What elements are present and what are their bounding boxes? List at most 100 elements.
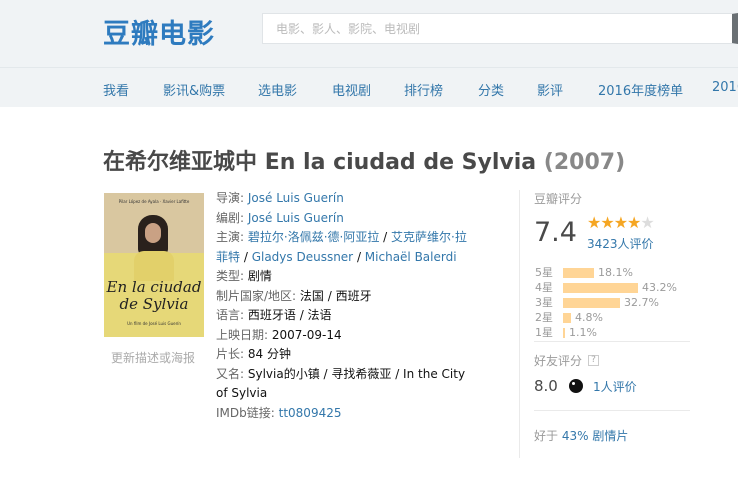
title-original: En la ciudad de Sylvia: [264, 150, 537, 175]
better-than-prefix: 好于: [534, 429, 559, 443]
friend-rating: 好友评分 ? 8.0 1人评价: [534, 352, 694, 395]
friend-rating-label: 好友评分 ?: [534, 352, 694, 369]
rating-divider: [534, 341, 690, 342]
info-aka: 又名: Sylvia的小镇 / 寻找希薇亚 / In the City of S…: [216, 365, 471, 404]
info-imdb: IMDb链接: tt0809425: [216, 404, 471, 424]
genre-label: 类型:: [216, 269, 245, 283]
douban-movie-logo[interactable]: 豆瓣电影: [103, 12, 215, 51]
star-icon: ★: [627, 213, 641, 232]
poster-title-line1: En la ciudad: [106, 278, 202, 296]
rating-bar-percent: 32.7%: [624, 296, 659, 309]
rating-bar-row: 1星 1.1%: [534, 325, 694, 340]
rating-bar-percent: 4.8%: [575, 311, 603, 324]
douban-rating: 豆瓣评分 7.4 ★★★★★ 3423人评价 5星 18.1% 4星 43.2% 3星 3…: [534, 190, 694, 339]
friend-rating-title: 好友评分: [534, 354, 583, 368]
cast-link-4[interactable]: Michaël Balerdi: [365, 250, 457, 264]
friend-votes-link[interactable]: 1人评价: [593, 378, 637, 395]
cast-link-3[interactable]: Gladys Deussner: [252, 250, 353, 264]
page-title: 在希尔维亚城中 En la ciudad de Sylvia (2007): [103, 144, 625, 176]
imdb-link[interactable]: tt0809425: [279, 406, 342, 420]
rating-bar: [563, 298, 620, 308]
search-input[interactable]: [263, 14, 732, 43]
aka-label: 又名:: [216, 366, 245, 381]
nav-item-tags[interactable]: 分类: [478, 80, 504, 99]
language-value: 西班牙语 / 法语: [247, 308, 332, 322]
column-divider: [519, 190, 520, 458]
poster-figure-face: [145, 223, 161, 243]
rating-votes-link[interactable]: 3423人评价: [587, 235, 654, 252]
rating-bar-percent: 18.1%: [598, 266, 633, 279]
friend-score: 8.0: [534, 377, 558, 395]
info-cast: 主演: 碧拉尔·洛佩兹·德·阿亚拉 / 艾克萨维尔·拉菲特 / Gladys D…: [216, 230, 467, 264]
nav-item-showtimes[interactable]: 影讯&购票: [163, 80, 225, 99]
rating-bar-percent: 1.1%: [569, 326, 597, 339]
writer-label: 编剧: [216, 210, 241, 225]
rating-bar-row: 5星 18.1%: [534, 265, 694, 280]
title-chinese: 在希尔维亚城中: [103, 150, 258, 175]
nav-item-annual-2016[interactable]: 2016年度榜单: [598, 80, 683, 99]
nav-item-reviews[interactable]: 影评: [537, 80, 563, 99]
country-label: 制片国家/地区:: [216, 288, 297, 303]
language-label: 语言:: [216, 308, 245, 322]
star-icon: ★: [600, 213, 614, 232]
rating-label: 豆瓣评分: [534, 192, 583, 206]
star-empty-icon: ★: [640, 213, 654, 232]
nav-item-tv[interactable]: 电视剧: [332, 80, 371, 99]
info-language: 语言: 西班牙语 / 法语: [216, 306, 471, 326]
imdb-label: IMDb链接:: [216, 405, 275, 420]
cast-link-1[interactable]: 碧拉尔·洛佩兹·德·阿亚拉: [248, 230, 379, 244]
rating-bar-row: 4星 43.2%: [534, 280, 694, 295]
rating-bar: [563, 328, 565, 338]
star-icon: ★: [587, 213, 601, 232]
rating-bar-label: 4星: [535, 281, 553, 294]
friend-divider: [534, 410, 690, 411]
rating-distribution: 5星 18.1% 4星 43.2% 3星 32.7% 2星 4.8% 1星 1.1%: [534, 265, 694, 340]
poster-title: En la ciudad de Sylvia: [104, 279, 204, 313]
help-icon[interactable]: ?: [588, 355, 600, 366]
rating-bar-percent: 43.2%: [642, 281, 677, 294]
rating-stars: ★★★★★: [587, 213, 655, 232]
release-label: 上映日期:: [216, 327, 269, 342]
rating-score: 7.4: [534, 217, 577, 248]
nav-item-chart[interactable]: 排行榜: [404, 80, 443, 99]
genre-value: 剧情: [247, 269, 272, 283]
rating-bar-label: 1星: [535, 326, 553, 339]
info-writer: 编剧: José Luis Guerín: [216, 210, 344, 225]
main-nav: 我看 影讯&购票 选电影 电视剧 排行榜 分类 影评 2016年度榜单 2016: [0, 68, 738, 107]
better-than-link[interactable]: 43% 剧情片: [562, 429, 629, 443]
rating-bar: [563, 268, 594, 278]
rating-bar-label: 3星: [535, 296, 553, 309]
director-link[interactable]: José Luis Guerín: [248, 191, 344, 205]
poster-title-line2: de Sylvia: [119, 295, 189, 313]
info-country: 制片国家/地区: 法国 / 西班牙: [216, 287, 471, 307]
writer-link[interactable]: José Luis Guerín: [248, 211, 344, 225]
title-year: (2007): [543, 150, 626, 175]
country-value: 法国 / 西班牙: [299, 288, 372, 303]
runtime-value: 84 分钟: [247, 347, 291, 361]
poster-figure-body: [134, 251, 174, 281]
nav-item-2016[interactable]: 2016: [712, 80, 738, 95]
better-than: 好于 43% 剧情片: [534, 427, 628, 444]
release-value: 2007-09-14: [271, 327, 342, 342]
rating-bar-label: 2星: [535, 311, 553, 324]
poster-bottom-credit: Un film de José Luis Guerín: [127, 321, 181, 326]
star-icon: ★: [613, 213, 628, 232]
friend-avatar-icon: [569, 379, 583, 393]
aka-value: Sylvia的小镇 / 寻找希薇亚 / In the City of Sylvi…: [216, 366, 466, 401]
nav-item-explore[interactable]: 选电影: [258, 80, 297, 99]
rating-bar-row: 3星 32.7%: [534, 295, 694, 310]
rating-bar-label: 5星: [535, 266, 553, 279]
info-genre: 类型: 剧情: [216, 267, 471, 287]
site-header: 豆瓣电影 我看 影讯&购票 选电影 电视剧 排行榜 分类 影评 2016年度榜单…: [0, 0, 738, 107]
update-poster-link[interactable]: 更新描述或海报: [111, 349, 195, 366]
cast-label: 主演: [216, 230, 241, 244]
movie-poster[interactable]: Pilar López de Ayala · Xavier Lafitte En…: [104, 193, 204, 337]
director-label: 导演: [216, 191, 241, 205]
search-box[interactable]: [262, 13, 738, 44]
poster-top-credit: Pilar López de Ayala · Xavier Lafitte: [118, 199, 190, 204]
runtime-label: 片长:: [216, 347, 245, 361]
movie-info: 导演: José Luis Guerín 编剧: José Luis Guerí…: [216, 189, 471, 423]
info-director: 导演: José Luis Guerín: [216, 191, 344, 205]
nav-item-mine[interactable]: 我看: [103, 80, 129, 99]
info-release: 上映日期: 2007-09-14: [216, 326, 471, 346]
